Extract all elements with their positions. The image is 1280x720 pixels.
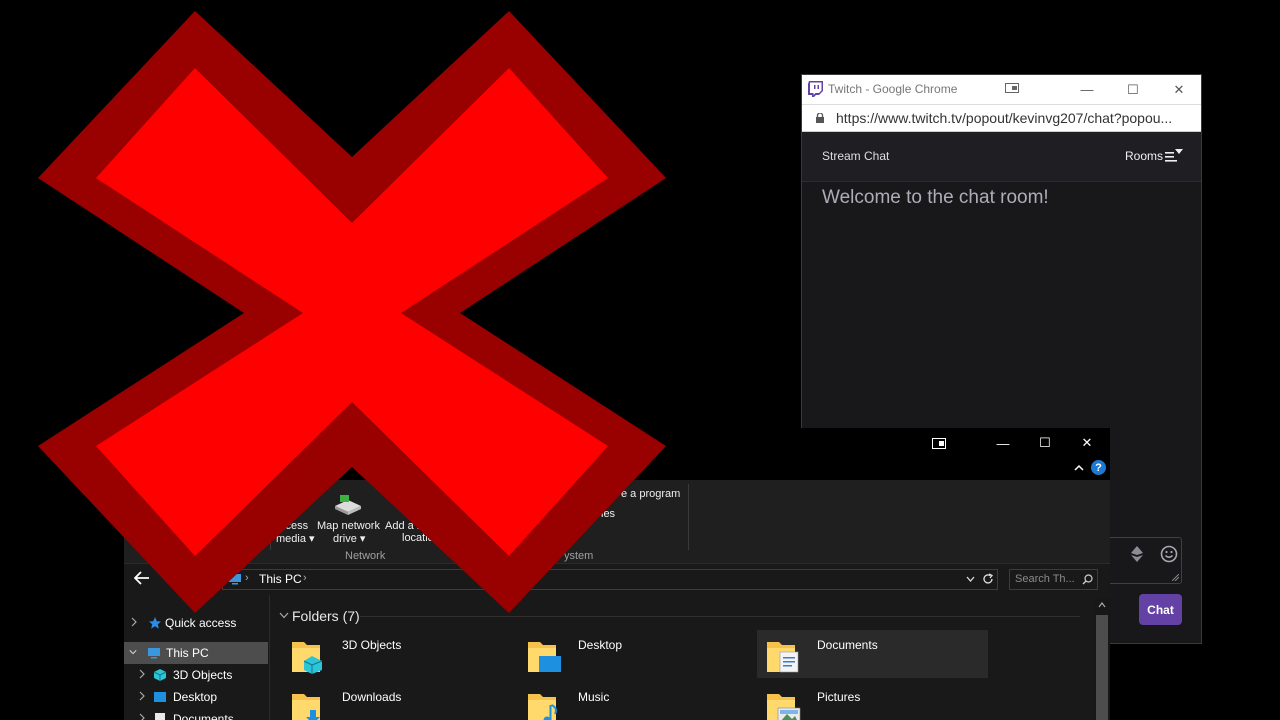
- folder-tile-downloads[interactable]: Downloads: [282, 682, 513, 720]
- search-icon[interactable]: [1082, 574, 1093, 585]
- chat-welcome-message: Welcome to the chat room!: [822, 187, 1049, 208]
- dropdown-chevron-icon[interactable]: [966, 576, 975, 582]
- folder-tile-pictures[interactable]: Pictures: [757, 682, 988, 720]
- nav-item-documents[interactable]: Documents: [124, 708, 268, 720]
- close-button[interactable]: ✕: [1156, 75, 1202, 104]
- twitch-logo-icon: [808, 81, 823, 97]
- address-bar[interactable]: https://www.twitch.tv/popout/kevinvg207/…: [802, 104, 1201, 132]
- scroll-up-arrow-icon[interactable]: [1098, 602, 1106, 608]
- help-icon[interactable]: ?: [1091, 460, 1106, 475]
- nav-label: Quick access: [165, 616, 237, 630]
- red-x-fill: [96, 68, 608, 556]
- window-title: Twitch - Google Chrome: [828, 82, 958, 96]
- folder-3d-objects-icon: [292, 642, 323, 674]
- folder-tile-3d-objects[interactable]: 3D Objects: [282, 630, 513, 678]
- chat-header: Stream Chat Rooms: [802, 132, 1201, 182]
- maximize-button[interactable]: ☐: [1024, 428, 1066, 458]
- folder-name: Desktop: [578, 638, 623, 652]
- nav-item-3d-objects[interactable]: 3D Objects: [124, 664, 268, 686]
- nav-label: Desktop: [173, 690, 218, 704]
- expand-chevron-icon[interactable]: [138, 713, 146, 720]
- url-text[interactable]: https://www.twitch.tv/popout/kevinvg207/…: [836, 110, 1172, 126]
- search-input[interactable]: Search Th...: [1009, 569, 1098, 590]
- section-collapse-chevron-icon[interactable]: [279, 612, 289, 619]
- ribbon-separator: [688, 484, 689, 550]
- folder-name: Music: [578, 690, 610, 704]
- folder-tile-desktop[interactable]: Desktop: [518, 630, 749, 678]
- nav-item-quick-access[interactable]: Quick access: [124, 612, 268, 634]
- nav-label: This PC: [166, 646, 209, 660]
- section-divider: [360, 616, 1080, 617]
- folder-name: Downloads: [342, 690, 402, 704]
- 3d-objects-icon: [153, 669, 167, 681]
- resize-grip-icon[interactable]: [1172, 574, 1179, 581]
- vertical-scrollbar[interactable]: [1094, 598, 1110, 720]
- collapse-ribbon-icon[interactable]: [1073, 462, 1085, 474]
- documents-icon: [155, 713, 165, 720]
- folder-name: Pictures: [817, 690, 861, 704]
- navigation-pane: Quick access This PC 3D Objects Desktop …: [124, 595, 270, 720]
- cast-icon[interactable]: [932, 438, 946, 449]
- content-pane: Folders (7) 3D Objects Desktop Documents: [270, 595, 1110, 720]
- chrome-title-bar[interactable]: Twitch - Google Chrome — ☐ ✕: [802, 75, 1201, 104]
- folder-tile-documents[interactable]: Documents: [757, 630, 988, 678]
- nav-item-this-pc[interactable]: This PC: [124, 642, 268, 664]
- expand-chevron-icon[interactable]: [138, 691, 146, 701]
- lock-icon: [816, 113, 824, 123]
- folder-documents-icon: [767, 642, 799, 673]
- maximize-button[interactable]: ☐: [1110, 75, 1156, 104]
- folder-music-icon: [528, 694, 557, 720]
- emote-picker-icon[interactable]: [1160, 545, 1178, 563]
- refresh-icon[interactable]: [982, 573, 994, 585]
- star-icon: [149, 617, 161, 629]
- stream-chat-title: Stream Chat: [822, 149, 890, 163]
- rooms-list-icon[interactable]: [1165, 149, 1183, 163]
- rooms-button[interactable]: Rooms: [1125, 149, 1163, 163]
- chat-message-input[interactable]: [1102, 537, 1182, 584]
- bits-icon[interactable]: [1131, 546, 1143, 562]
- folder-name: 3D Objects: [342, 638, 402, 652]
- nav-label: 3D Objects: [173, 668, 233, 682]
- this-pc-icon: [148, 648, 160, 659]
- folder-tile-music[interactable]: Music: [518, 682, 749, 720]
- cast-icon[interactable]: [1005, 83, 1019, 93]
- folder-desktop-icon: [528, 642, 561, 672]
- collapse-chevron-icon[interactable]: [129, 647, 137, 657]
- minimize-button[interactable]: —: [982, 428, 1024, 458]
- send-chat-button[interactable]: Chat: [1139, 594, 1182, 625]
- minimize-button[interactable]: —: [1064, 75, 1110, 104]
- folder-name: Documents: [817, 638, 878, 652]
- red-x-icon: [38, 11, 666, 613]
- desktop-icon: [154, 692, 166, 702]
- expand-chevron-icon[interactable]: [130, 617, 138, 627]
- scrollbar-thumb[interactable]: [1096, 615, 1108, 720]
- folder-pictures-icon: [767, 694, 801, 720]
- nav-label: Documents: [173, 712, 234, 720]
- red-x-fill-shape: [96, 68, 608, 556]
- expand-chevron-icon[interactable]: [138, 669, 146, 679]
- nav-item-desktop[interactable]: Desktop: [124, 686, 268, 708]
- close-button[interactable]: ✕: [1066, 428, 1108, 458]
- search-placeholder: Search Th...: [1015, 573, 1075, 585]
- folder-downloads-icon: [292, 694, 320, 720]
